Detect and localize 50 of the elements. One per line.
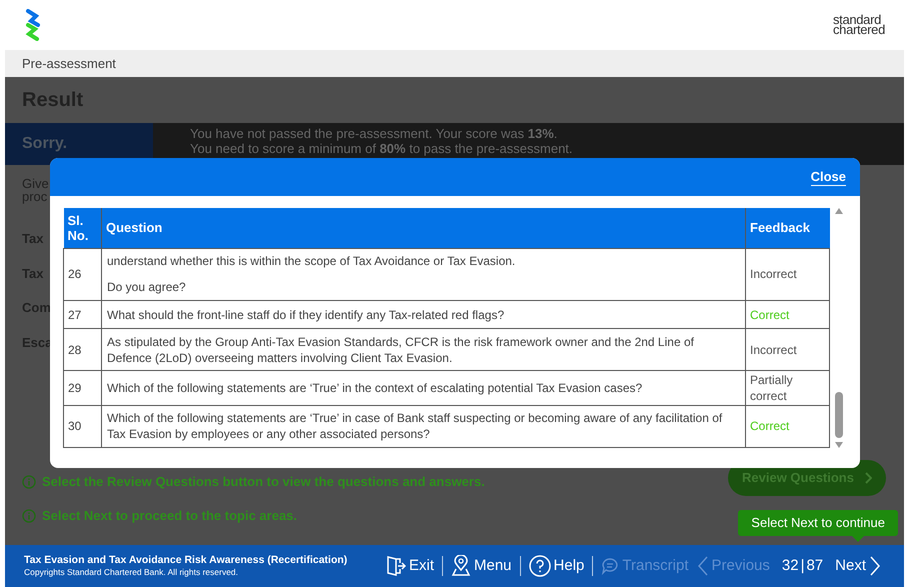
speech-bubble-icon — [601, 557, 620, 575]
table-cell: 30 — [64, 405, 102, 448]
chevron-right-icon — [864, 472, 872, 484]
page-separator: | — [800, 556, 804, 576]
hint-text: Select Next to proceed to the topic areas. — [42, 507, 298, 526]
feedback-text: Partially correct — [750, 373, 793, 404]
tooltip: Select Next to continue — [738, 510, 898, 536]
map-pin-icon — [451, 555, 471, 577]
brand-wordmark: standard — [833, 15, 881, 25]
question-text: Which of the following statements are ‘True’ in the context of escalating potential Tax Evasion cases? — [107, 380, 644, 396]
hint-text: Select the Review Questions button to view the questions and answers. — [42, 473, 485, 492]
scrollbar-thumb[interactable] — [835, 392, 843, 438]
next-button[interactable]: Next — [831, 554, 885, 578]
question-text: As stipulated by the Group Anti-Tax Evasion Standards, CFCR is the risk framework owner and the 2nd Line of Defence (2LoD) overseeing matters involving Client Tax Evasion. — [107, 334, 695, 366]
help-icon — [528, 555, 551, 577]
chevron-left-icon — [696, 555, 709, 577]
table-cell: 27 — [64, 300, 102, 329]
page-current: 32 — [782, 556, 799, 576]
exit-button[interactable]: Exit — [382, 554, 438, 578]
menu-button[interactable]: Menu — [447, 554, 516, 578]
feedback-text: Incorrect — [750, 342, 797, 357]
column-header: Sl. No. — [64, 208, 102, 248]
question-text: understand whether this is within the scope of Tax Avoidance or Tax Evasion. — [107, 253, 516, 270]
course-title: Tax Evasion and Tax Avoidance Risk Awareness (Recertification) — [24, 554, 348, 567]
table-cell: 26 — [64, 248, 102, 301]
table-cell: 29 — [64, 370, 102, 406]
feedback-text: Correct — [750, 308, 790, 322]
question-text: What should the front-line staff do if they identify any Tax-related red flags? — [107, 306, 506, 323]
scroll-down-icon[interactable] — [835, 442, 843, 448]
close-button[interactable]: Close — [810, 168, 846, 186]
info-icon — [22, 475, 36, 489]
logo-icon — [24, 9, 42, 41]
table-cell: 28 — [64, 328, 102, 371]
info-icon — [22, 509, 36, 523]
banner-text: You have not passed the pre-assessment. Your score was 13%. — [190, 126, 558, 141]
question-text: Which of the following statements are ‘True’ in case of Bank staff suspecting or becoming aware of any facilitation of Tax Evasion by employees or any other associated persons? — [107, 410, 724, 442]
question-text: Do you agree? — [107, 279, 187, 296]
chevron-right-icon — [869, 555, 881, 577]
door-icon — [386, 555, 406, 577]
brand-wordmark: chartered — [833, 25, 885, 35]
copyright-text: Copyrights Standard Chartered Bank. All rights reserved. — [24, 567, 240, 578]
banner-text: You need to score a minimum of 80% to pass the pre-assessment. — [190, 141, 573, 156]
breadcrumb-text: Pre-assessment — [22, 54, 116, 73]
column-header: Feedback — [746, 208, 830, 248]
column-header: Question — [102, 208, 746, 248]
help-button[interactable]: Help — [524, 554, 588, 578]
page-total: 87 — [806, 556, 824, 576]
feedback-text: Incorrect — [750, 267, 797, 282]
scroll-up-icon[interactable] — [835, 208, 843, 214]
feedback-text: Correct — [750, 419, 790, 434]
